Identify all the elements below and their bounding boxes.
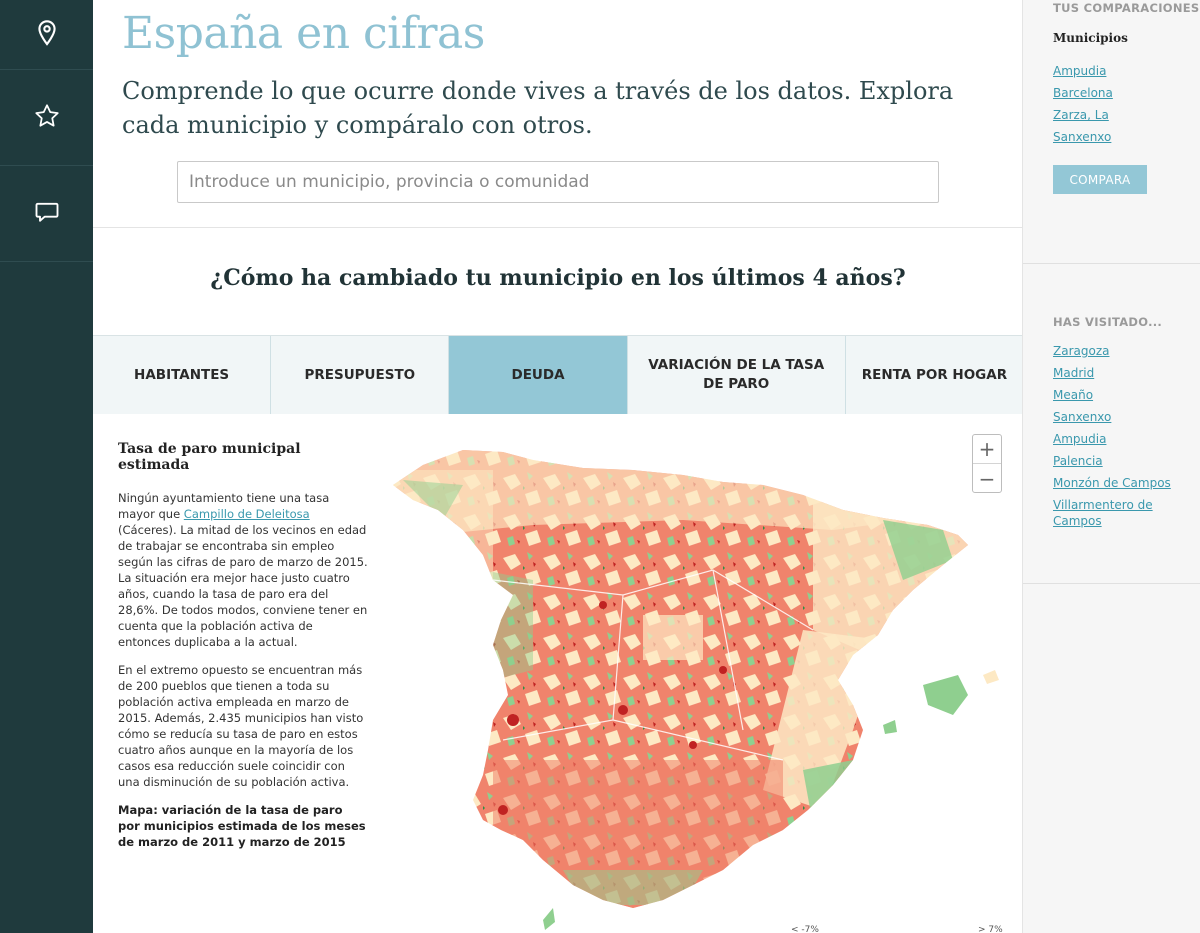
legend-low-label: < -7%	[791, 925, 819, 933]
metric-tabs: HABITANTES PRESUPUESTO DEUDA VARIACIÓN D…	[93, 335, 1022, 414]
list-item: Zaragoza	[1053, 343, 1193, 359]
visited-link-meano[interactable]: Meaño	[1053, 388, 1093, 402]
map-regions	[393, 450, 968, 908]
visited-link-villarmentero[interactable]: Villarmentero de Campos	[1053, 498, 1153, 528]
list-item: Meaño	[1053, 387, 1193, 403]
map-zoom-control: + −	[972, 434, 1002, 493]
municipios-label: Municipios	[1053, 31, 1128, 45]
unemployment-map[interactable]	[383, 430, 1023, 933]
tab-presupuesto[interactable]: PRESUPUESTO	[271, 336, 450, 414]
nav-location-button[interactable]	[0, 0, 93, 70]
comparison-link-sanxenxo[interactable]: Sanxenxo	[1053, 130, 1111, 144]
list-item: Palencia	[1053, 453, 1193, 469]
zoom-in-button[interactable]: +	[973, 435, 1001, 464]
tab-deuda[interactable]: DEUDA	[449, 336, 628, 414]
right-sidebar: TUS COMPARACIONES Municipios Ampudia Bar…	[1023, 0, 1200, 933]
tab-renta-hogar[interactable]: RENTA POR HOGAR	[845, 336, 1022, 414]
article-heading: Tasa de paro municipal estimada	[118, 441, 301, 473]
map-pin-icon	[33, 19, 61, 51]
comparison-list: Ampudia Barcelona Zarza, La Sanxenxo	[1053, 63, 1193, 151]
comparison-link-zarza[interactable]: Zarza, La	[1053, 108, 1109, 122]
list-item: Sanxenxo	[1053, 409, 1193, 425]
list-item: Villarmentero de Campos	[1053, 497, 1193, 529]
nav-comments-button[interactable]	[0, 166, 93, 262]
tab-habitantes[interactable]: HABITANTES	[93, 336, 272, 414]
site-title: España en cifras	[122, 8, 485, 59]
divider	[1023, 583, 1200, 584]
balearic-islands	[923, 675, 968, 715]
comparison-link-ampudia[interactable]: Ampudia	[1053, 64, 1106, 78]
visited-link-monzon[interactable]: Monzón de Campos	[1053, 476, 1171, 490]
visited-link-sanxenxo[interactable]: Sanxenxo	[1053, 410, 1111, 424]
divider	[93, 227, 1022, 228]
list-item: Sanxenxo	[1053, 129, 1193, 145]
list-item: Zarza, La	[1053, 107, 1193, 123]
search-input[interactable]	[177, 161, 939, 203]
list-item: Barcelona	[1053, 85, 1193, 101]
section-question: ¿Cómo ha cambiado tu municipio en los úl…	[210, 265, 906, 291]
visited-link-madrid[interactable]: Madrid	[1053, 366, 1094, 380]
visited-list: Zaragoza Madrid Meaño Sanxenxo Ampudia P…	[1053, 343, 1193, 535]
compare-button[interactable]: COMPARA	[1053, 165, 1147, 194]
nav-favorites-button[interactable]	[0, 70, 93, 166]
comparisons-label: TUS COMPARACIONES	[1053, 1, 1200, 15]
divider	[1023, 263, 1200, 264]
list-item: Monzón de Campos	[1053, 475, 1193, 491]
legend-high-label: > 7%	[978, 925, 1003, 933]
article-paragraph-2: En el extremo opuesto se encuentran más …	[118, 663, 364, 789]
visited-label: HAS VISITADO...	[1053, 315, 1163, 329]
map-caption: Mapa: variación de la tasa de paro por m…	[118, 803, 366, 849]
campillo-link[interactable]: Campillo de Deleitosa	[184, 507, 310, 521]
list-item: Madrid	[1053, 365, 1193, 381]
article: Tasa de paro municipal estimada Ningún a…	[118, 441, 368, 862]
main-content: España en cifras Comprende lo que ocurre…	[93, 0, 1023, 933]
list-item: Ampudia	[1053, 63, 1193, 79]
zoom-out-button[interactable]: −	[973, 464, 1001, 493]
comparison-link-barcelona[interactable]: Barcelona	[1053, 86, 1113, 100]
visited-link-ampudia[interactable]: Ampudia	[1053, 432, 1106, 446]
visited-link-zaragoza[interactable]: Zaragoza	[1053, 344, 1109, 358]
chat-icon	[33, 198, 61, 230]
visited-link-palencia[interactable]: Palencia	[1053, 454, 1103, 468]
site-subtitle: Comprende lo que ocurre donde vives a tr…	[122, 77, 954, 139]
left-nav	[0, 0, 93, 933]
star-icon	[33, 102, 61, 134]
article-paragraph-1: Ningún ayuntamiento tiene una tasa mayor…	[118, 491, 368, 649]
tab-variacion-paro[interactable]: VARIACIÓN DE LA TASA DE PARO	[627, 336, 846, 414]
list-item: Ampudia	[1053, 431, 1193, 447]
